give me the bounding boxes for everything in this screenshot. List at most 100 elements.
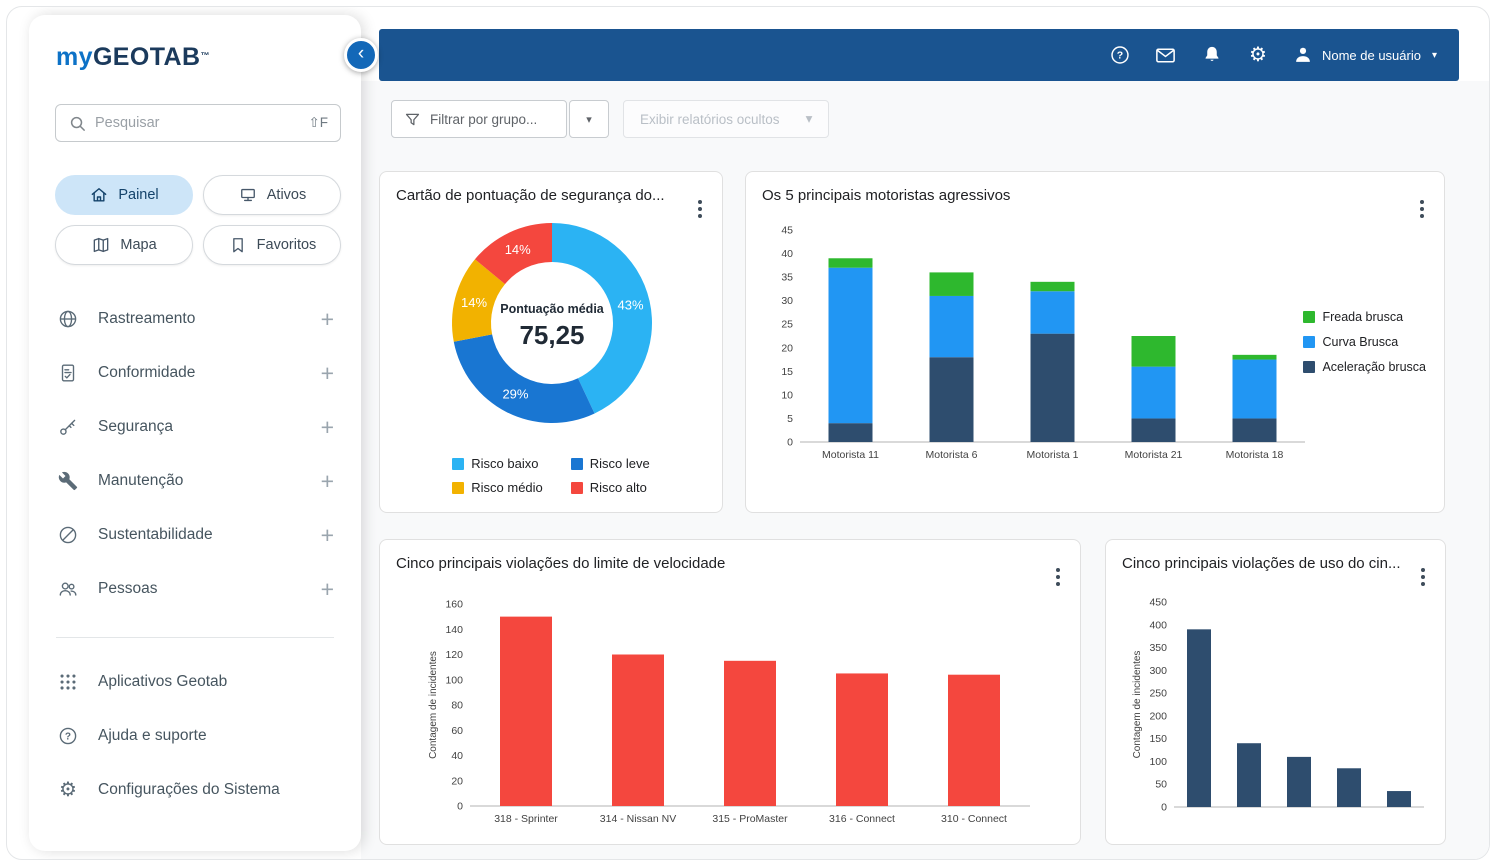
globe-icon xyxy=(57,308,79,330)
svg-text:Contagem de incidentes: Contagem de incidentes xyxy=(428,651,439,759)
kebab-icon xyxy=(698,200,702,204)
sidebar-item-painel[interactable]: Painel xyxy=(55,175,193,215)
bell-icon xyxy=(1201,44,1223,66)
gear-icon: ⚙ xyxy=(1249,45,1267,65)
expand-plus-icon[interactable]: + xyxy=(321,524,334,547)
svg-text:20: 20 xyxy=(781,342,793,354)
expand-plus-icon[interactable]: + xyxy=(321,416,334,439)
apps-grid-icon xyxy=(57,671,79,693)
card-title: Cartão de pontuação de segurança do... xyxy=(380,172,722,204)
sidebar-item-aplicativos-geotab[interactable]: Aplicativos Geotab xyxy=(56,655,334,709)
safety-donut-legend: Risco baixoRisco leveRisco médioRisco al… xyxy=(380,456,722,495)
card-title: Os 5 principais motoristas agressivos xyxy=(746,172,1444,204)
filter-by-group-dropdown[interactable]: Filtrar por grupo... xyxy=(391,100,567,138)
gear-icon: ⚙ xyxy=(56,780,80,800)
user-menu[interactable]: Nome de usuário ▾ xyxy=(1292,44,1437,66)
aggressive-drivers-card: Os 5 principais motoristas agressivos 05… xyxy=(745,171,1445,513)
home-icon xyxy=(89,185,109,205)
help-button[interactable]: ? xyxy=(1108,43,1132,67)
aggressive-drivers-chart: 051015202530354045Motorista 11Motorista … xyxy=(764,218,1364,474)
svg-text:80: 80 xyxy=(451,700,463,712)
chevron-down-icon: ▾ xyxy=(806,111,813,127)
svg-text:315 - ProMaster: 315 - ProMaster xyxy=(712,813,788,825)
safety-donut-chart: 43%29%14%14%Pontuação média75,25 xyxy=(380,212,724,438)
svg-text:?: ? xyxy=(65,731,71,742)
svg-text:?: ? xyxy=(1117,50,1123,62)
sidebar-item-sustentabilidade[interactable]: Sustentabilidade + xyxy=(56,508,334,562)
legend-item: Curva Brusca xyxy=(1303,335,1426,349)
user-name: Nome de usuário xyxy=(1322,48,1421,63)
svg-text:200: 200 xyxy=(1149,710,1167,722)
chevron-down-icon: ▾ xyxy=(586,114,592,126)
svg-text:0: 0 xyxy=(457,801,463,813)
sidebar: myGEOTAB™ ⇧F Painel Ativos xyxy=(29,15,361,851)
sidebar-item-conformidade[interactable]: Conformidade + xyxy=(56,346,334,400)
notifications-button[interactable] xyxy=(1200,43,1224,67)
search-field[interactable]: ⇧F xyxy=(55,104,341,142)
svg-text:Pontuação média: Pontuação média xyxy=(500,302,605,316)
user-icon xyxy=(1292,44,1314,66)
messages-button[interactable] xyxy=(1154,43,1178,67)
filter-icon xyxy=(404,111,421,128)
sidebar-nav: Rastreamento + Conformidade + Segurança … xyxy=(56,292,334,616)
legend-item: Aceleração brusca xyxy=(1303,360,1426,374)
safety-key-icon xyxy=(57,416,79,438)
kebab-icon xyxy=(1421,568,1425,572)
svg-text:29%: 29% xyxy=(502,387,528,402)
sidebar-item-ajuda-e-suporte[interactable]: ? Ajuda e suporte xyxy=(56,709,334,763)
legend-item: Risco leve xyxy=(571,456,650,471)
svg-text:Motorista 21: Motorista 21 xyxy=(1125,449,1183,461)
expand-plus-icon[interactable]: + xyxy=(321,362,334,385)
sidebar-item-favoritos[interactable]: Favoritos xyxy=(203,225,341,265)
svg-text:14%: 14% xyxy=(505,242,531,257)
sidebar-item-manutencao[interactable]: Manutenção + xyxy=(56,454,334,508)
svg-text:318 - Sprinter: 318 - Sprinter xyxy=(494,813,558,825)
card-menu-button[interactable] xyxy=(1044,554,1072,584)
expand-plus-icon[interactable]: + xyxy=(321,470,334,493)
svg-text:0: 0 xyxy=(1161,802,1167,814)
svg-text:20: 20 xyxy=(451,775,463,787)
svg-text:120: 120 xyxy=(445,649,463,661)
sidebar-item-configuracoes-do-sistema[interactable]: ⚙ Configurações do Sistema xyxy=(56,763,334,817)
wrench-icon xyxy=(58,471,78,491)
sidebar-footer: Aplicativos Geotab ? Ajuda e suporte ⚙ C… xyxy=(56,655,334,817)
sidebar-item-ativos[interactable]: Ativos xyxy=(203,175,341,215)
sidebar-item-pessoas[interactable]: Pessoas + xyxy=(56,562,334,616)
svg-text:60: 60 xyxy=(451,725,463,737)
filter-by-group-caret[interactable]: ▾ xyxy=(569,100,609,138)
help-icon: ? xyxy=(57,725,79,747)
svg-text:15: 15 xyxy=(781,366,793,378)
legend-item: Risco alto xyxy=(571,480,650,495)
svg-text:Motorista 18: Motorista 18 xyxy=(1226,449,1284,461)
svg-text:43%: 43% xyxy=(618,297,644,312)
svg-text:100: 100 xyxy=(1149,756,1167,768)
svg-text:160: 160 xyxy=(445,599,463,611)
expand-plus-icon[interactable]: + xyxy=(321,308,334,331)
search-input[interactable] xyxy=(95,115,300,131)
kebab-icon xyxy=(1420,200,1424,204)
legend-item: Freada brusca xyxy=(1303,310,1426,324)
svg-text:140: 140 xyxy=(445,624,463,636)
sustainability-icon xyxy=(57,524,79,546)
svg-text:10: 10 xyxy=(781,389,793,401)
svg-text:25: 25 xyxy=(781,319,793,331)
aggressive-drivers-legend: Freada brusca Curva Brusca Aceleração brus… xyxy=(1303,310,1426,374)
chevron-down-icon: ▾ xyxy=(1432,50,1437,61)
svg-text:350: 350 xyxy=(1149,642,1167,654)
expand-plus-icon[interactable]: + xyxy=(321,578,334,601)
svg-text:0: 0 xyxy=(787,437,793,449)
sidebar-item-rastreamento[interactable]: Rastreamento + xyxy=(56,292,334,346)
sidebar-item-seguranca[interactable]: Segurança + xyxy=(56,400,334,454)
map-icon xyxy=(91,235,111,255)
legend-item: Risco médio xyxy=(452,480,543,495)
svg-text:40: 40 xyxy=(451,750,463,762)
sidebar-item-mapa[interactable]: Mapa xyxy=(55,225,193,265)
quick-buttons: Painel Ativos Mapa Favoritos xyxy=(55,175,341,265)
settings-button[interactable]: ⚙ xyxy=(1246,43,1270,67)
card-menu-button[interactable] xyxy=(1408,186,1436,216)
sidebar-collapse-button[interactable]: ‹ xyxy=(344,38,378,72)
card-menu-button[interactable] xyxy=(1409,554,1437,584)
card-title: Cinco principais violações do limite de … xyxy=(380,540,1080,572)
filter-group: Filtrar por grupo... ▾ xyxy=(391,100,609,138)
show-hidden-reports-dropdown[interactable]: Exibir relatórios ocultos ▾ xyxy=(623,100,829,138)
